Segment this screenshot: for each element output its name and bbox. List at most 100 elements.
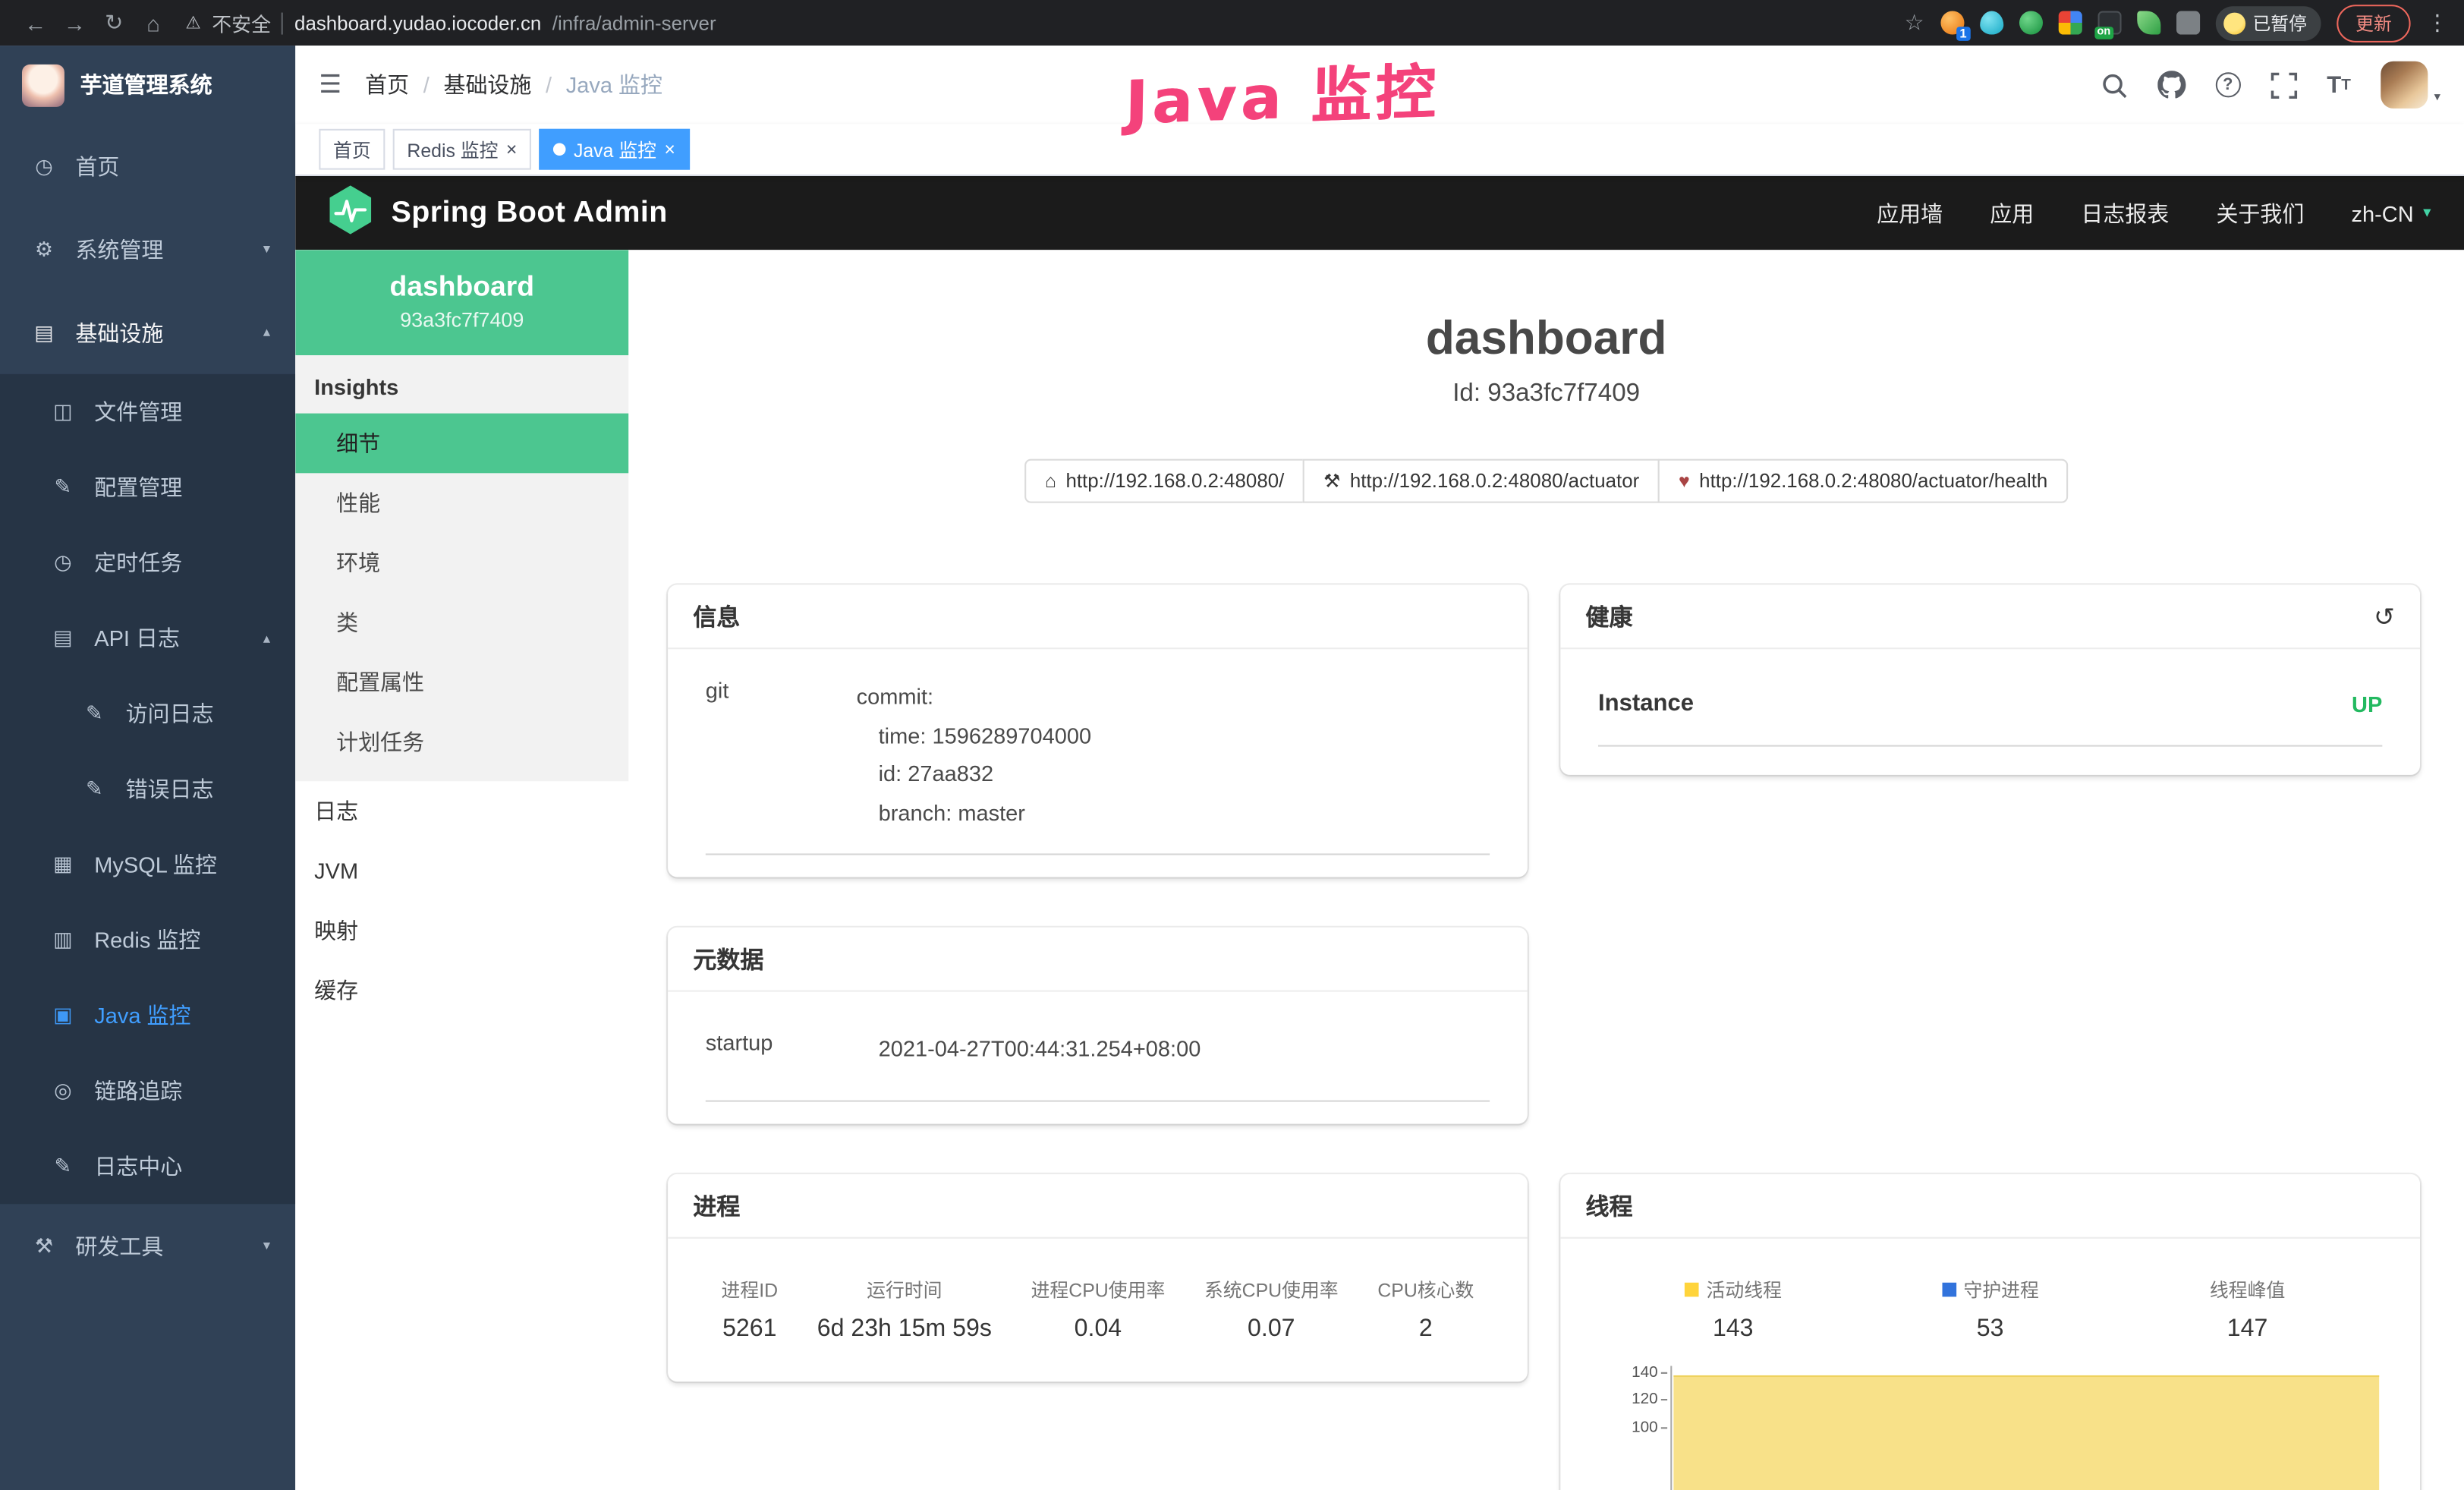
user-menu[interactable]: ▾ xyxy=(2381,61,2440,109)
sidebar-item-scheduled-tasks[interactable]: ◷ 定时任务 xyxy=(0,525,295,600)
app-logo[interactable]: 芋道管理系统 xyxy=(0,46,295,124)
legend-daemon-square xyxy=(1941,1282,1956,1296)
java-monitor-icon: ▣ xyxy=(50,1003,75,1028)
back-icon[interactable]: ← xyxy=(16,10,55,35)
github-icon[interactable] xyxy=(2157,71,2186,99)
chevron-up-icon: ▴ xyxy=(263,324,270,342)
fullscreen-icon[interactable] xyxy=(2270,71,2297,98)
breadcrumb: 首页 / 基础设施 / Java 监控 xyxy=(365,69,662,100)
sidebar-item-api-logs[interactable]: ▤ API 日志 ▴ xyxy=(0,600,295,676)
sidebar-item-system-mgmt[interactable]: ⚙ 系统管理 ▾ xyxy=(0,207,295,291)
sba-item-environment[interactable]: 环境 xyxy=(295,533,628,593)
browser-chrome: ← → ↻ ⌂ ⚠ 不安全 dashboard.yudao.iocoder.cn… xyxy=(0,0,2464,46)
sba-locale-select[interactable]: zh-CN ▾ xyxy=(2352,200,2431,225)
sidebar-item-error-logs[interactable]: ✎ 错误日志 xyxy=(0,751,295,827)
instance-home-link[interactable]: ⌂ http://192.168.0.2:48080/ xyxy=(1024,459,1304,503)
sidebar-item-trace[interactable]: ◎ 链路追踪 xyxy=(0,1053,295,1128)
profile-paused-badge[interactable]: 已暂停 xyxy=(2215,5,2321,40)
forward-icon[interactable]: → xyxy=(55,10,94,35)
address-bar[interactable]: ⚠ 不安全 dashboard.yudao.iocoder.cn /infra/… xyxy=(185,8,716,37)
sba-item-jvm[interactable]: JVM xyxy=(295,841,628,901)
legend-live-square xyxy=(1685,1282,1699,1296)
sidebar-item-redis-monitor[interactable]: ▥ Redis 监控 xyxy=(0,903,295,978)
browser-menu-icon[interactable]: ⋮ xyxy=(2426,9,2448,36)
help-icon[interactable]: ? xyxy=(2215,72,2240,97)
metadata-key: startup xyxy=(706,1029,879,1068)
tags-view-bar: 首页 Redis 监控 × Java 监控 × xyxy=(295,124,2464,176)
security-warning-label: 不安全 xyxy=(212,8,271,37)
font-size-icon[interactable]: TT xyxy=(2327,71,2351,98)
sidebar-item-java-monitor[interactable]: ▣ Java 监控 xyxy=(0,978,295,1053)
sidebar-item-dev-tools[interactable]: ⚒ 研发工具 ▾ xyxy=(0,1204,295,1287)
breadcrumb-item-home[interactable]: 首页 xyxy=(365,69,409,100)
extension-icon-grid[interactable] xyxy=(2058,11,2082,34)
sba-item-metrics[interactable]: 性能 xyxy=(295,473,628,533)
sidebar-item-log-center[interactable]: ✎ 日志中心 xyxy=(0,1129,295,1204)
sidebar-toggle-icon[interactable]: ☰ xyxy=(319,69,341,100)
extension-icon-drop[interactable] xyxy=(1979,11,2003,34)
stat-system-cpu: 系统CPU使用率 0.07 xyxy=(1195,1275,1348,1343)
sba-item-beans[interactable]: 类 xyxy=(295,593,628,653)
tab-java-monitor[interactable]: Java 监控 × xyxy=(539,129,689,170)
instance-actuator-link[interactable]: ⚒ http://192.168.0.2:48080/actuator xyxy=(1303,459,1660,503)
redis-icon: ▥ xyxy=(50,928,75,953)
health-card: 健康 ↺ Instance UP xyxy=(1560,584,2420,775)
extension-icon-green[interactable] xyxy=(2019,11,2042,34)
extension-badge: 1 xyxy=(1956,27,1970,41)
sba-item-caches[interactable]: 缓存 xyxy=(295,960,628,1020)
log-icon: ▤ xyxy=(50,625,75,650)
url-host: dashboard.yudao.iocoder.cn xyxy=(294,12,541,34)
sidebar-item-file-mgmt[interactable]: ◫ 文件管理 xyxy=(0,374,295,449)
sidebar-item-mysql-monitor[interactable]: ▦ MySQL 监控 xyxy=(0,827,295,902)
browser-home-icon[interactable]: ⌂ xyxy=(134,10,173,35)
gear-icon: ⚙ xyxy=(31,237,56,262)
sba-nav-about[interactable]: 关于我们 xyxy=(2216,197,2304,228)
sidebar-item-config-mgmt[interactable]: ✎ 配置管理 xyxy=(0,449,295,524)
status-badge: UP xyxy=(2352,691,2382,716)
instance-id-subtitle: Id: 93a3fc7f7409 xyxy=(628,380,2464,408)
history-icon[interactable]: ↺ xyxy=(2374,601,2395,632)
sba-item-config-props[interactable]: 配置属性 xyxy=(295,652,628,712)
sidebar-item-home[interactable]: ◷ 首页 xyxy=(0,124,295,208)
health-instance-row[interactable]: Instance UP xyxy=(1598,659,2382,747)
threads-stats: 活动线程 143 守护进程 53 线程峰值 14 xyxy=(1598,1247,2382,1359)
close-icon[interactable]: × xyxy=(506,140,518,159)
sba-nav-journal[interactable]: 日志报表 xyxy=(2081,197,2169,228)
sba-brand-title[interactable]: Spring Boot Admin xyxy=(392,196,668,231)
reload-icon[interactable]: ↻ xyxy=(94,9,134,36)
instance-health-link[interactable]: ♥ http://192.168.0.2:48080/actuator/heal… xyxy=(1658,459,2068,503)
heart-icon: ♥ xyxy=(1679,470,1690,492)
sba-nav-applications[interactable]: 应用 xyxy=(1990,197,2034,228)
info-key: git xyxy=(706,678,857,832)
chrome-update-button[interactable]: 更新 xyxy=(2337,4,2410,42)
sidebar-item-access-logs[interactable]: ✎ 访问日志 xyxy=(0,676,295,751)
paused-label: 已暂停 xyxy=(2252,10,2306,35)
sidebar-item-infrastructure[interactable]: ▤ 基础设施 ▴ xyxy=(0,291,295,374)
chevron-down-icon: ▾ xyxy=(263,1237,270,1255)
search-icon[interactable] xyxy=(2101,71,2127,98)
url-path: /infra/admin-server xyxy=(552,12,716,34)
tab-home[interactable]: 首页 xyxy=(319,129,385,170)
process-card-title: 进程 xyxy=(693,1189,740,1222)
sidebar-submenu-infrastructure: ◫ 文件管理 ✎ 配置管理 ◷ 定时任务 ▤ API 日志 ▴ xyxy=(0,374,295,1204)
bookmark-star-icon[interactable]: ☆ xyxy=(1905,9,1924,36)
extension-icon-downloader[interactable]: on xyxy=(2097,11,2120,34)
close-icon[interactable]: × xyxy=(664,140,675,159)
extensions-menu-icon[interactable] xyxy=(2176,11,2199,34)
edit-icon: ✎ xyxy=(50,474,75,499)
sba-item-scheduled-tasks[interactable]: 计划任务 xyxy=(295,712,628,772)
wrench-icon: ⚒ xyxy=(1323,470,1340,492)
edit-doc-icon: ✎ xyxy=(82,701,107,726)
sba-item-details[interactable]: 细节 xyxy=(295,414,628,474)
sba-item-mappings[interactable]: 映射 xyxy=(295,901,628,961)
tab-redis-monitor[interactable]: Redis 监控 × xyxy=(393,129,531,170)
extension-icon-leaf[interactable] xyxy=(2136,11,2160,34)
breadcrumb-item-infrastructure[interactable]: 基础设施 xyxy=(443,69,531,100)
sba-instance-header[interactable]: dashboard 93a3fc7f7409 xyxy=(295,250,628,355)
trace-icon: ◎ xyxy=(50,1079,75,1104)
cards-grid: 信息 git commit: time: 1596289704000 id: 2… xyxy=(668,584,2420,1490)
extension-icon-orange[interactable]: 1 xyxy=(1940,11,1963,34)
sba-item-logs[interactable]: 日志 xyxy=(295,781,628,841)
security-warning-icon[interactable]: ⚠ xyxy=(185,13,200,33)
sba-nav-wallboard[interactable]: 应用墙 xyxy=(1877,197,1943,228)
